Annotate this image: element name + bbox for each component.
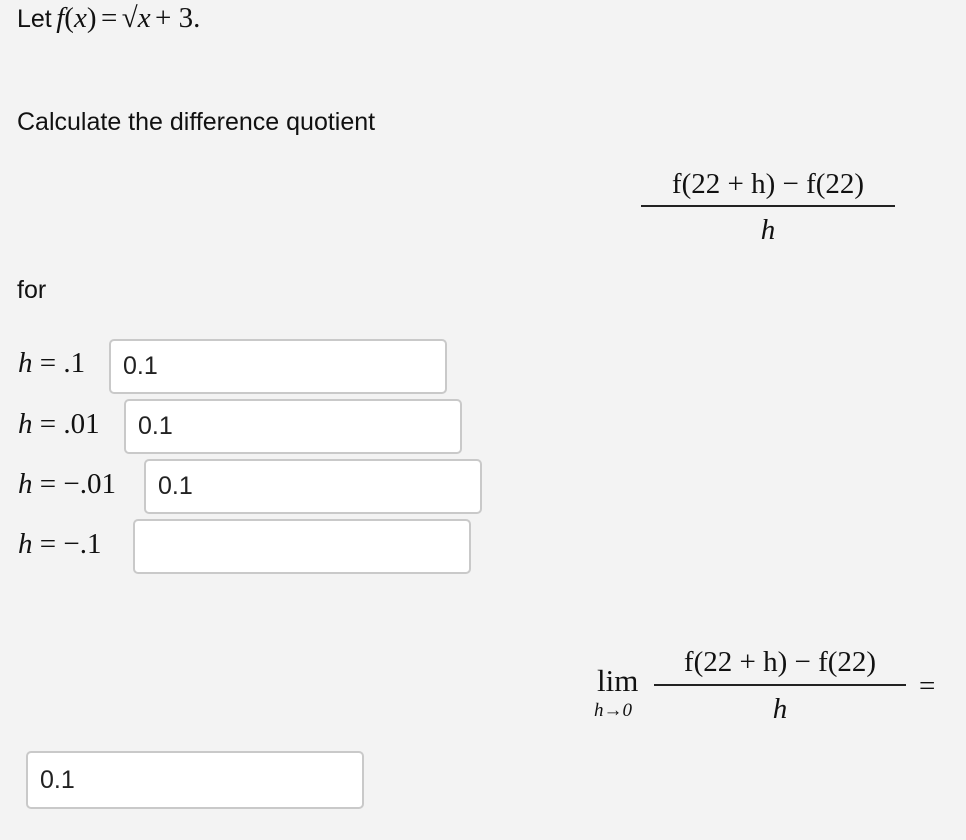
answer-input-h-0.01[interactable] — [124, 399, 462, 454]
sqrt-symbol: √ — [121, 2, 138, 34]
limit-answer-input[interactable] — [26, 751, 364, 809]
row-equals: = — [32, 408, 64, 440]
equals-sign: = — [100, 2, 118, 34]
row-value: −.1 — [63, 528, 102, 560]
answer-input-h-neg-0.1[interactable] — [133, 519, 471, 574]
instruction-text: Calculate the difference quotient — [17, 108, 376, 136]
plus-three: + 3 — [155, 2, 194, 34]
for-label: for — [17, 276, 47, 304]
row-equals: = — [32, 347, 64, 379]
limit-denominator: h — [772, 693, 788, 725]
dq-numerator: f(22 + h) − f(22) — [671, 168, 865, 200]
paren-close: ) — [86, 2, 97, 34]
dq-denominator: h — [760, 214, 776, 246]
limit-numerator: f(22 + h) − f(22) — [683, 646, 877, 678]
lim-word: lim — [597, 663, 639, 698]
row-equals: = — [32, 468, 64, 500]
row-var: h — [18, 468, 33, 500]
limit-fraction: f(22 + h) − f(22) h — [654, 642, 906, 725]
answer-input-h-neg-0.01[interactable] — [144, 459, 482, 514]
limit-expression: lim h→0 f(22 + h) − f(22) h = — [594, 642, 944, 732]
row-label-h-0.1: h = .1 — [18, 343, 85, 383]
let-label: Let — [17, 5, 52, 33]
row-label-h-neg-0.1: h = −.1 — [18, 524, 101, 564]
row-var: h — [18, 528, 33, 560]
row-label-h-neg-0.01: h = −.01 — [18, 464, 116, 504]
difference-quotient: f(22 + h) − f(22) h — [641, 165, 895, 246]
row-label-h-0.01: h = .01 — [18, 404, 100, 444]
row-var: h — [18, 408, 33, 440]
row-value: .1 — [63, 347, 86, 379]
answer-input-h-0.1[interactable] — [109, 339, 447, 394]
limit-equals: = — [919, 670, 936, 702]
paren-open: ( — [64, 2, 74, 34]
period: . — [193, 2, 201, 34]
function-variable: x — [73, 2, 87, 34]
row-value: .01 — [63, 408, 100, 440]
row-value: −.01 — [63, 468, 116, 500]
lim-subscript: h→0 — [594, 700, 632, 721]
row-equals: = — [32, 528, 64, 560]
sqrt-variable: x — [137, 2, 151, 34]
row-var: h — [18, 347, 33, 379]
function-definition: Let f(x) = √x + 3. — [17, 2, 200, 34]
